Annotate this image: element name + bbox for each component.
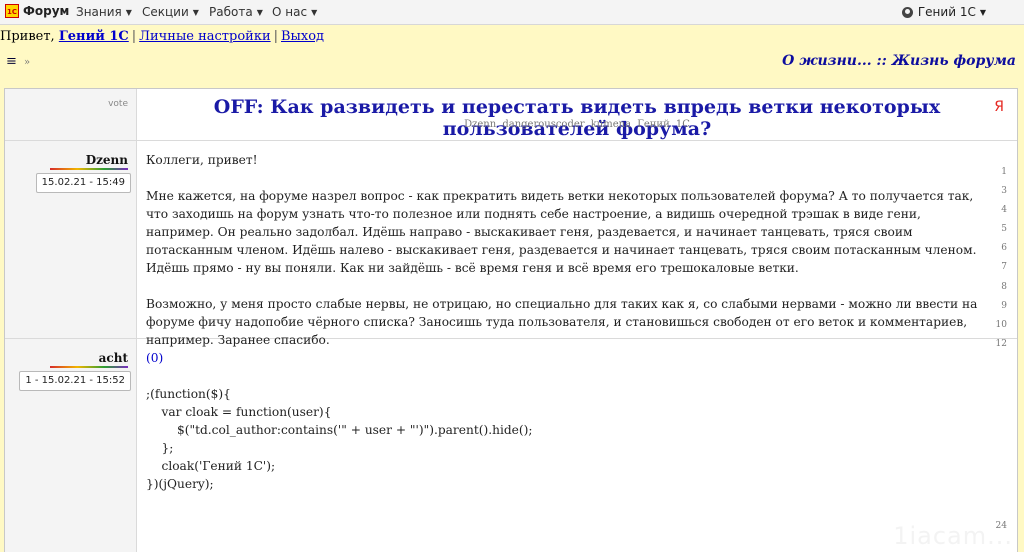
vote-label[interactable]: vote <box>108 99 128 109</box>
post-author[interactable]: acht <box>99 351 128 365</box>
post-author-cell: Dzenn 15.02.21 - 15:49 <box>5 141 137 338</box>
user-menu-label: Гений 1С <box>917 5 976 19</box>
post-body: Коллеги, привет! Мне кажется, на форуме … <box>146 151 978 349</box>
post-date-badge[interactable]: 15.02.21 - 15:49 <box>35 173 131 193</box>
post-paragraph: Мне кажется, на форуме назрел вопрос - к… <box>146 189 977 275</box>
brand-link[interactable]: 1С Форум <box>5 4 69 18</box>
code-line: cloak('Гений 1С'); <box>146 459 276 473</box>
menu-znaniya[interactable]: Знания ▼ <box>76 5 132 19</box>
logout-link[interactable]: Выход <box>281 29 324 44</box>
vote-cell: vote <box>5 89 137 140</box>
post-date-badge[interactable]: 1 - 15.02.21 - 15:52 <box>19 371 131 391</box>
reply-ref-link[interactable]: (0) <box>146 351 163 365</box>
code-line: })(jQuery); <box>146 477 214 491</box>
watermark: 1iacam... <box>893 522 1013 550</box>
post-row: acht 1 - 15.02.21 - 15:52 (0) ;(function… <box>5 339 1017 552</box>
thread-header-row: vote OFF: Как развидеть и перестать виде… <box>5 89 1017 141</box>
code-line: $("td.col_author:contains('" + user + "'… <box>146 423 533 437</box>
line-numbers: 1 3 4 5 6 7 8 9 10 12 <box>995 167 1007 349</box>
caret-down-icon: ▼ <box>125 8 132 17</box>
yandex-icon[interactable]: Я <box>994 99 1004 115</box>
username-link[interactable]: Гений 1С <box>59 29 129 44</box>
code-line: ;(function($){ <box>146 387 231 401</box>
settings-link[interactable]: Личные настройки <box>139 29 270 44</box>
expand-more-icon[interactable]: » <box>24 57 30 68</box>
code-line: }; <box>146 441 174 455</box>
code-line: var cloak = function(user){ <box>146 405 332 419</box>
brand-label: Форум <box>23 4 70 18</box>
caret-down-icon: ▼ <box>192 8 199 17</box>
1c-logo-icon: 1С <box>5 4 19 18</box>
caret-down-icon: ▼ <box>979 7 986 17</box>
user-menu[interactable]: Гений 1С ▼ <box>901 5 986 19</box>
caret-down-icon: ▼ <box>311 8 318 17</box>
greeting-prefix: Привет, <box>0 29 55 44</box>
caret-down-icon: ▼ <box>256 8 263 17</box>
user-icon <box>901 6 913 18</box>
post-row: Dzenn 15.02.21 - 15:49 Коллеги, привет! … <box>5 141 1017 349</box>
rating-bar <box>50 168 128 170</box>
greeting-line: Привет, Гений 1С | Личные настройки | Выход <box>0 29 325 44</box>
top-navbar: 1С Форум Знания ▼ Секции ▼ Работа ▼ О нас ▼ … <box>0 0 1024 25</box>
post-author[interactable]: Dzenn <box>86 153 128 167</box>
post-author-cell: acht 1 - 15.02.21 - 15:52 <box>5 339 137 552</box>
menu-rabota[interactable]: Работа ▼ <box>209 5 263 19</box>
hamburger-menu-icon[interactable]: ≡ <box>6 54 17 69</box>
post-paragraph: Коллеги, привет! <box>146 153 258 167</box>
rating-bar <box>50 366 128 368</box>
menu-sektsii[interactable]: Секции ▼ <box>142 5 199 19</box>
thread-title: OFF: Как развидеть и перестать видеть вп… <box>213 96 941 140</box>
thread-table: vote OFF: Как развидеть и перестать виде… <box>4 88 1018 552</box>
menu-o-nas[interactable]: О нас ▼ <box>272 5 317 19</box>
breadcrumb[interactable]: О жизни... :: Жизнь форума <box>782 53 1016 69</box>
thread-authors: Dzenn dangerouscoder kumena Гений 1С <box>464 119 690 130</box>
post-body: (0) ;(function($){ var cloak = function(… <box>146 349 978 493</box>
